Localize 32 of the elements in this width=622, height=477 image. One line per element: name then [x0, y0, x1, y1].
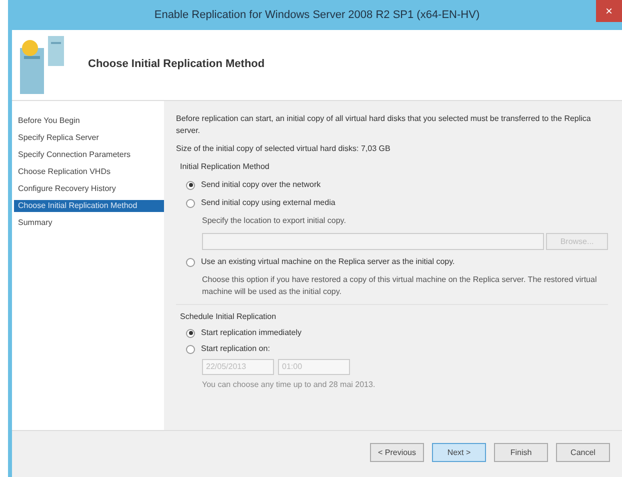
option-label[interactable]: Send initial copy using external media — [201, 197, 336, 209]
wizard-button[interactable]: Next > — [432, 443, 486, 462]
wizard-button[interactable]: < Previous — [370, 443, 424, 462]
radio-button[interactable] — [186, 258, 195, 266]
radio-button[interactable] — [186, 328, 195, 338]
group-heading: Initial Replication Method — [179, 161, 270, 173]
wizard-button[interactable]: Finish — [494, 443, 548, 462]
wizard-button[interactable]: Cancel — [556, 443, 610, 462]
radio-button[interactable] — [186, 344, 195, 354]
sidebar-item[interactable]: Choose Replication VHDs — [14, 166, 164, 178]
radio-button[interactable] — [186, 180, 195, 190]
disk-size-text: Size of the initial copy of selected virtual hard disks: 7,03 GB — [176, 143, 392, 155]
close-button[interactable]: × — [596, 0, 622, 22]
option-description: Choose this option if you have restored a copy of this virtual machine on the Replica server. The restored virtual machine will be used as the initial copy. — [201, 274, 598, 298]
radio-button[interactable] — [186, 198, 195, 208]
option-label[interactable]: Start replication immediately — [201, 327, 302, 339]
sidebar-item[interactable]: Before You Begin — [14, 115, 164, 127]
server-icon — [18, 34, 66, 96]
hint-text: You can choose any time up to and 28 mai 2013. — [201, 379, 376, 391]
option-description: Specify the location to export initial copy. — [201, 215, 347, 227]
intro-text: Before replication can start, an initial copy of all virtual hard disks that you selected must be transferred to the Replica server. — [176, 113, 592, 137]
sidebar-item[interactable]: Specify Connection Parameters — [14, 149, 164, 161]
sidebar-item[interactable]: Specify Replica Server — [14, 132, 164, 144]
option-label[interactable]: Use an existing virtual machine on the Replica server as the initial copy. — [201, 256, 455, 268]
window-title: Enable Replication for Windows Server 2008 R2 SP1 (x64-EN-HV) — [154, 8, 480, 23]
sidebar-item[interactable]: Choose Initial Replication Method — [14, 200, 164, 212]
page-heading: Choose Initial Replication Method — [88, 58, 265, 72]
sidebar-item[interactable]: Summary — [14, 217, 164, 229]
option-label[interactable]: Start replication on: — [201, 343, 270, 355]
sidebar-item[interactable]: Configure Recovery History — [14, 183, 164, 195]
option-label[interactable]: Send initial copy over the network — [201, 179, 321, 191]
group-heading: Schedule Initial Replication — [179, 311, 278, 323]
